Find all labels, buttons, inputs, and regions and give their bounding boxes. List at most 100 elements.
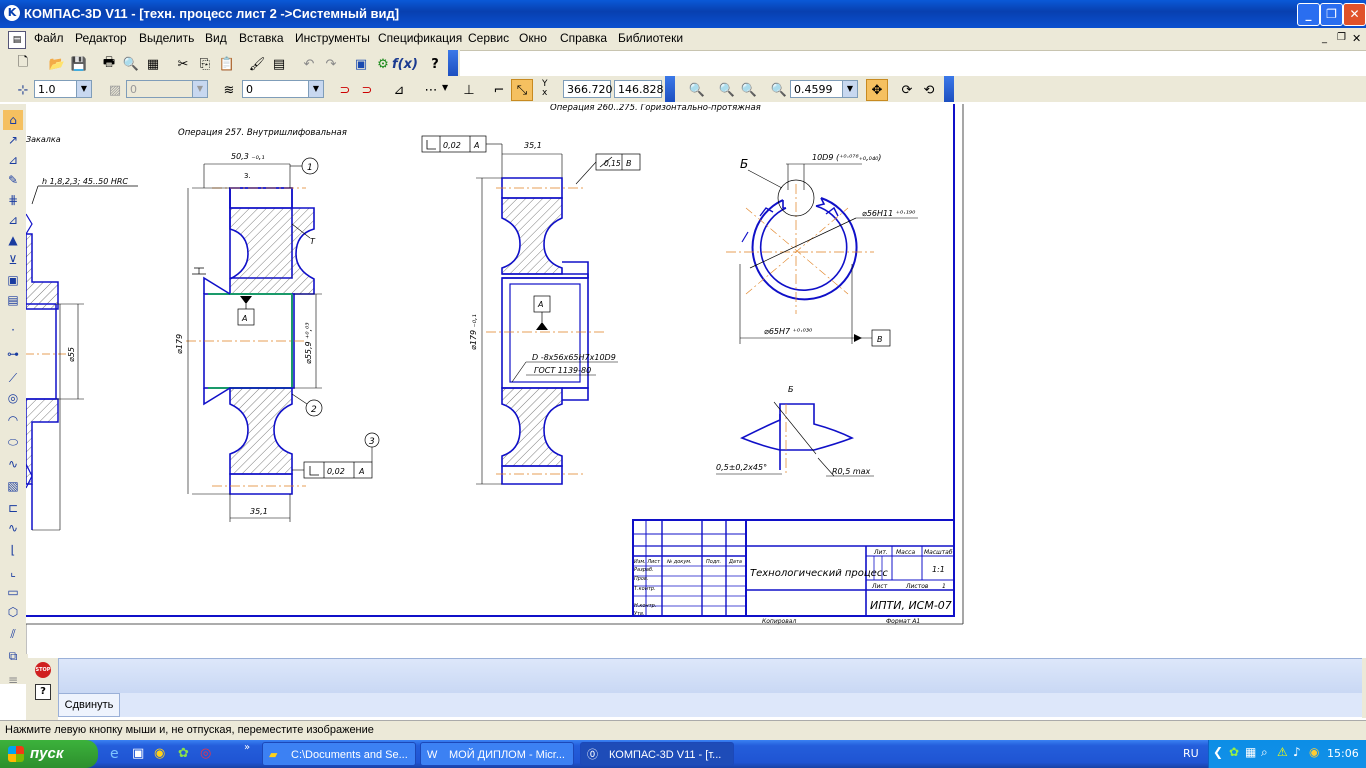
layer-select[interactable]: 0 ▼ bbox=[126, 80, 208, 98]
chamfer-icon[interactable]: ⌊ bbox=[3, 540, 23, 560]
chevron-down-icon[interactable]: ▼ bbox=[76, 81, 91, 97]
task-explorer[interactable]: ▰ C:\Documents and Se... bbox=[262, 742, 416, 766]
ie-icon[interactable]: e bbox=[110, 746, 119, 762]
grid-icon[interactable]: ⋯ bbox=[420, 79, 442, 101]
zoom-select[interactable]: 0.4599 ▼ bbox=[790, 80, 858, 98]
tray-alert-icon[interactable]: ⚠ bbox=[1277, 745, 1288, 759]
menu-file[interactable]: Файл bbox=[34, 31, 64, 45]
zoom-out-icon[interactable]: 🔍 bbox=[738, 79, 760, 101]
explorer-icon[interactable]: ▣ bbox=[132, 746, 144, 761]
refresh-icon[interactable]: ⟲ bbox=[918, 79, 940, 101]
menu-select[interactable]: Выделить bbox=[139, 31, 194, 45]
grip-icon[interactable]: ≡ bbox=[3, 670, 23, 690]
app-icon[interactable]: ◉ bbox=[154, 746, 165, 761]
style-select[interactable]: 0 ▼ bbox=[242, 80, 324, 98]
parametrize-icon[interactable]: ⋕ bbox=[3, 190, 23, 210]
chevron-down-icon[interactable]: ▼ bbox=[442, 83, 448, 92]
language-indicator[interactable]: RU bbox=[1183, 747, 1199, 760]
drawing-canvas[interactable]: Операция 260..275. Горизонтально-протяжн… bbox=[26, 104, 964, 654]
tray-expand-icon[interactable]: ❮ bbox=[1213, 745, 1223, 759]
zoom-window-icon[interactable]: 🔍 bbox=[686, 79, 708, 101]
designations-icon[interactable]: ⊿ bbox=[3, 150, 23, 170]
cut-icon[interactable]: ✂ bbox=[172, 53, 194, 75]
start-button[interactable]: пуск bbox=[0, 740, 98, 768]
measure-icon[interactable]: ⊿ bbox=[3, 210, 23, 230]
report-icon[interactable]: ▣ bbox=[3, 270, 23, 290]
bezier-icon[interactable]: ∿ bbox=[3, 518, 23, 538]
chrome-icon[interactable]: ◎ bbox=[200, 746, 211, 761]
open-folder-icon[interactable]: 📂 bbox=[46, 53, 68, 75]
undo-icon[interactable]: ↶ bbox=[298, 53, 320, 75]
coord-x-field[interactable]: 366.720 bbox=[563, 80, 613, 98]
tray-search-icon[interactable]: ⌕ bbox=[1261, 745, 1268, 760]
copy-icon[interactable]: ⎘ bbox=[194, 53, 216, 75]
insert-icon[interactable]: ▤ bbox=[3, 290, 23, 310]
axes-icon[interactable]: ⊥ bbox=[458, 79, 480, 101]
contour-icon[interactable]: ⧉ bbox=[3, 646, 23, 666]
zoom-scale-icon[interactable]: 🔍 bbox=[768, 79, 790, 101]
menu-libraries[interactable]: Библиотеки bbox=[618, 31, 683, 45]
menu-view[interactable]: Вид bbox=[205, 31, 227, 45]
quicklaunch-more-icon[interactable]: » bbox=[244, 742, 250, 753]
chevron-down-icon[interactable]: ▼ bbox=[192, 81, 207, 97]
tray-icq-icon[interactable]: ✿ bbox=[1229, 745, 1239, 759]
zoom-in-icon[interactable]: 🔍 bbox=[716, 79, 738, 101]
polygon-icon[interactable]: ⬡ bbox=[3, 602, 23, 622]
spec-icon[interactable]: ⊻ bbox=[3, 250, 23, 270]
tray-sound-icon[interactable]: ♪ bbox=[1293, 745, 1301, 759]
stop-icon[interactable]: STOP bbox=[35, 662, 51, 678]
magnet-icon[interactable]: ⊃ bbox=[334, 79, 356, 101]
task-word[interactable]: W МОЙ ДИПЛОМ - Micr... bbox=[420, 742, 574, 766]
select-icon[interactable]: ▲ bbox=[3, 230, 23, 250]
help-pointer-icon[interactable]: ? bbox=[424, 53, 446, 75]
doc-minimize-button[interactable]: _ bbox=[1322, 33, 1327, 44]
toolbar-end-grip[interactable] bbox=[448, 50, 458, 76]
save-icon[interactable]: 💾 bbox=[68, 53, 90, 75]
menu-edit[interactable]: Редактор bbox=[75, 31, 127, 45]
scale-select[interactable]: 1.0 ▼ bbox=[34, 80, 92, 98]
polyline-icon[interactable]: ⊏ bbox=[3, 498, 23, 518]
task-kompas[interactable]: ⓪ КОМПАС-3D V11 - [т... bbox=[580, 742, 734, 766]
spline-icon[interactable]: ∿ bbox=[3, 454, 23, 474]
icq-icon[interactable]: ✿ bbox=[178, 746, 189, 761]
new-document-icon[interactable]: 🗋 bbox=[12, 53, 34, 75]
fillet-icon[interactable]: ⌞ bbox=[3, 562, 23, 582]
ortho-mode-icon[interactable]: ⤡ bbox=[511, 79, 533, 101]
point-icon[interactable]: · bbox=[3, 320, 23, 340]
menu-insert[interactable]: Вставка bbox=[239, 31, 284, 45]
layers-stack-icon[interactable]: ≋ bbox=[218, 79, 240, 101]
print-preview-icon[interactable]: 🔍 bbox=[120, 53, 142, 75]
print-icon[interactable]: 🖶 bbox=[98, 53, 120, 75]
geometry-icon[interactable]: ⌂ bbox=[3, 110, 23, 130]
local-cs-icon[interactable]: ⊹ bbox=[12, 79, 34, 101]
rectangle-icon[interactable]: ▭ bbox=[3, 582, 23, 602]
help-icon[interactable]: ? bbox=[35, 684, 51, 700]
toolbar-end-grip[interactable] bbox=[944, 76, 954, 102]
ortho-icon[interactable]: ⊿ bbox=[388, 79, 410, 101]
close-button[interactable]: ✕ bbox=[1343, 3, 1366, 26]
pan-icon[interactable]: ✥ bbox=[866, 79, 888, 101]
minimize-button[interactable]: _ bbox=[1297, 3, 1320, 26]
canvas-empty-area[interactable] bbox=[964, 104, 1366, 654]
menu-tools[interactable]: Инструменты bbox=[295, 31, 370, 45]
doc-restore-button[interactable]: ❐ bbox=[1337, 32, 1346, 43]
tray-network-icon[interactable]: ▦ bbox=[1245, 745, 1256, 759]
edit-icon[interactable]: ✎ bbox=[3, 170, 23, 190]
paste-icon[interactable]: 📋 bbox=[216, 53, 238, 75]
rebuild-icon[interactable]: ⟳ bbox=[896, 79, 918, 101]
snap-icon[interactable]: ⊃ bbox=[356, 79, 378, 101]
restore-button[interactable]: ❐ bbox=[1320, 3, 1343, 26]
function-icon[interactable]: f(x) bbox=[392, 53, 418, 75]
redo-icon[interactable]: ↷ bbox=[320, 53, 342, 75]
dimensions-icon[interactable]: ↗ bbox=[3, 130, 23, 150]
tray-chrome-icon[interactable]: ◉ bbox=[1309, 745, 1319, 759]
variables-icon[interactable]: ⚙ bbox=[372, 53, 394, 75]
doc-close-button[interactable]: ✕ bbox=[1352, 32, 1361, 45]
coord-y-field[interactable]: 146.828 bbox=[614, 80, 664, 98]
circle-icon[interactable]: ◎ bbox=[3, 388, 23, 408]
menu-window[interactable]: Окно bbox=[519, 31, 547, 45]
tab-pan[interactable]: Сдвинуть bbox=[58, 693, 120, 717]
format-painter-icon[interactable]: 🖌 bbox=[246, 53, 268, 75]
aux-line-icon[interactable]: ⊶ bbox=[3, 344, 23, 364]
hatch-icon[interactable]: ▧ bbox=[3, 476, 23, 496]
